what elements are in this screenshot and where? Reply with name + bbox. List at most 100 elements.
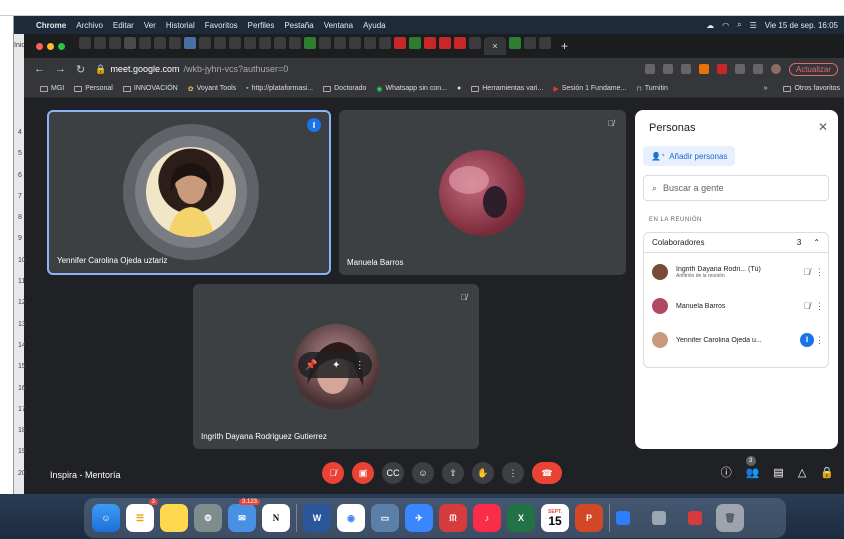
tab[interactable] [274,37,286,49]
tab[interactable] [259,37,271,49]
leave-call-button[interactable]: ☎ [532,462,562,484]
menu-chrome[interactable]: Chrome [36,21,66,30]
bookmark-item[interactable]: Personal [74,85,113,92]
zoom-window-button[interactable] [58,42,65,50]
camera-in-use-icon[interactable] [644,64,655,74]
recent-app-icon[interactable] [616,511,630,525]
tab[interactable] [539,37,551,49]
tab[interactable] [424,37,436,49]
mic-toggle-button[interactable]: 🎙̸ [322,462,344,484]
calendar-icon[interactable]: SEPT. 15 [541,504,569,532]
tab[interactable] [109,37,121,49]
tab[interactable] [454,37,466,49]
share-icon[interactable] [662,64,673,74]
update-button[interactable]: Actualizar [788,62,838,76]
mail-icon[interactable]: ✉ 3.123 [228,499,260,532]
new-tab-button[interactable]: + [561,39,568,53]
tab[interactable] [509,37,521,49]
preview-icon[interactable]: ▭ [371,504,399,532]
tab-active-meet[interactable]: × [484,37,506,55]
profile-avatar[interactable] [770,64,781,74]
music-icon[interactable]: ♪ [473,504,501,532]
other-bookmarks[interactable]: Otros favoritos [783,85,844,92]
tab[interactable] [169,37,181,49]
people-search-input[interactable]: ⌕ Buscar a gente [643,175,829,201]
tab[interactable] [304,37,316,49]
bookmarks-more-button[interactable]: » [764,85,774,92]
tab[interactable] [524,37,536,49]
extensions-puzzle-icon[interactable] [734,64,745,74]
tab[interactable] [289,37,301,49]
powerpoint-icon[interactable]: P [575,504,603,532]
participant-tile-ingrith[interactable]: 📌 ✦ ⋮ 🎙̸ Ingrith Dayana Rodriguez Gutier… [193,284,479,449]
menu-ver[interactable]: Ver [144,21,156,30]
url-field[interactable]: 🔒 meet.google.com/wkb-jyhn-vcs?authuser=… [95,64,288,75]
bookmark-item[interactable]: ● [457,85,461,92]
camera-toggle-button[interactable]: ▣̸ [352,462,374,484]
search-icon[interactable]: ⌕ [737,20,741,30]
people-button[interactable]: 3 👥 [745,455,759,479]
tab[interactable] [379,37,391,49]
tab[interactable] [154,37,166,49]
more-options-icon[interactable]: ⋮ [814,301,824,312]
bookmark-item[interactable]: Herramientas vari... [471,85,543,92]
extension-icon[interactable] [698,64,709,74]
tab[interactable] [364,37,376,49]
notes-icon[interactable] [160,504,188,532]
tab[interactable] [124,37,136,49]
menu-historial[interactable]: Historial [166,21,195,30]
bookmark-item[interactable]: ▶ Sesión 1 Fundame... [553,85,626,93]
list-item[interactable]: Ingrith Dayana Rodri... (Tú) Anfitrión d… [652,259,824,285]
recent-app-icon[interactable] [652,511,666,525]
bookmark-item[interactable]: MGI [40,85,64,92]
minimize-window-button[interactable] [47,42,54,50]
tab[interactable] [394,37,406,49]
tab[interactable] [214,37,226,49]
chat-icon[interactable]: ▤ [773,466,783,479]
list-item[interactable]: Yennifer Carolina Ojeda u... ‖ ⋮ [652,327,824,353]
word-icon[interactable]: W [303,504,331,532]
menu-perfiles[interactable]: Perfiles [248,21,275,30]
finder-icon[interactable]: ☺ [92,504,120,532]
tab-close-icon[interactable]: × [492,41,497,51]
tab[interactable] [229,37,241,49]
tab[interactable] [199,37,211,49]
forward-icon[interactable]: → [55,63,66,76]
bookmark-item[interactable]: ▪ http://plataformasi... [246,85,313,92]
info-icon[interactable]: ⓘ [721,464,732,480]
tab[interactable] [349,37,361,49]
close-icon[interactable]: ✕ [818,120,828,134]
menu-ayuda[interactable]: Ayuda [363,21,386,30]
captions-button[interactable]: CC [382,462,404,484]
mendeley-icon[interactable]: ᙏ [439,504,467,532]
pin-icon[interactable]: 📌 [305,360,317,371]
tab[interactable] [79,37,91,49]
excel-icon[interactable]: X [507,504,535,532]
reload-icon[interactable]: ↻ [76,63,85,76]
cloud-icon[interactable]: ☁ [706,21,714,30]
add-people-button[interactable]: 👤⁺ Añadir personas [643,146,736,166]
side-panel-icon[interactable] [752,64,763,74]
extension-icon[interactable] [716,64,727,74]
tab[interactable] [469,37,481,49]
close-window-button[interactable] [36,42,43,50]
chrome-icon[interactable]: ◉ [337,504,365,532]
tab[interactable] [244,37,256,49]
participant-tile-yennifer[interactable]: ‖ Yennifer Carolina Ojeda uztariz [47,110,331,275]
menu-favoritos[interactable]: Favoritos [205,21,238,30]
tab[interactable] [319,37,331,49]
host-controls-icon[interactable]: 🔒 [820,466,834,479]
tab[interactable] [439,37,451,49]
bookmark-item[interactable]: ◉ Whatsapp sin con... [376,85,447,93]
back-icon[interactable]: ← [34,63,45,76]
bookmark-item[interactable]: ✿ Voyant Tools [188,85,236,93]
menu-ventana[interactable]: Ventana [324,21,353,30]
more-options-icon[interactable]: ⋮ [814,267,824,278]
system-settings-icon[interactable]: ⚙ [194,504,222,532]
more-options-icon[interactable]: ⋮ [355,360,365,371]
menubar-clock[interactable]: Vie 15 de sep. 16:05 [765,21,838,30]
tab[interactable] [184,37,196,49]
more-options-button[interactable]: ⋮ [502,462,524,484]
bookmark-star-icon[interactable] [680,64,691,74]
tab[interactable] [94,37,106,49]
